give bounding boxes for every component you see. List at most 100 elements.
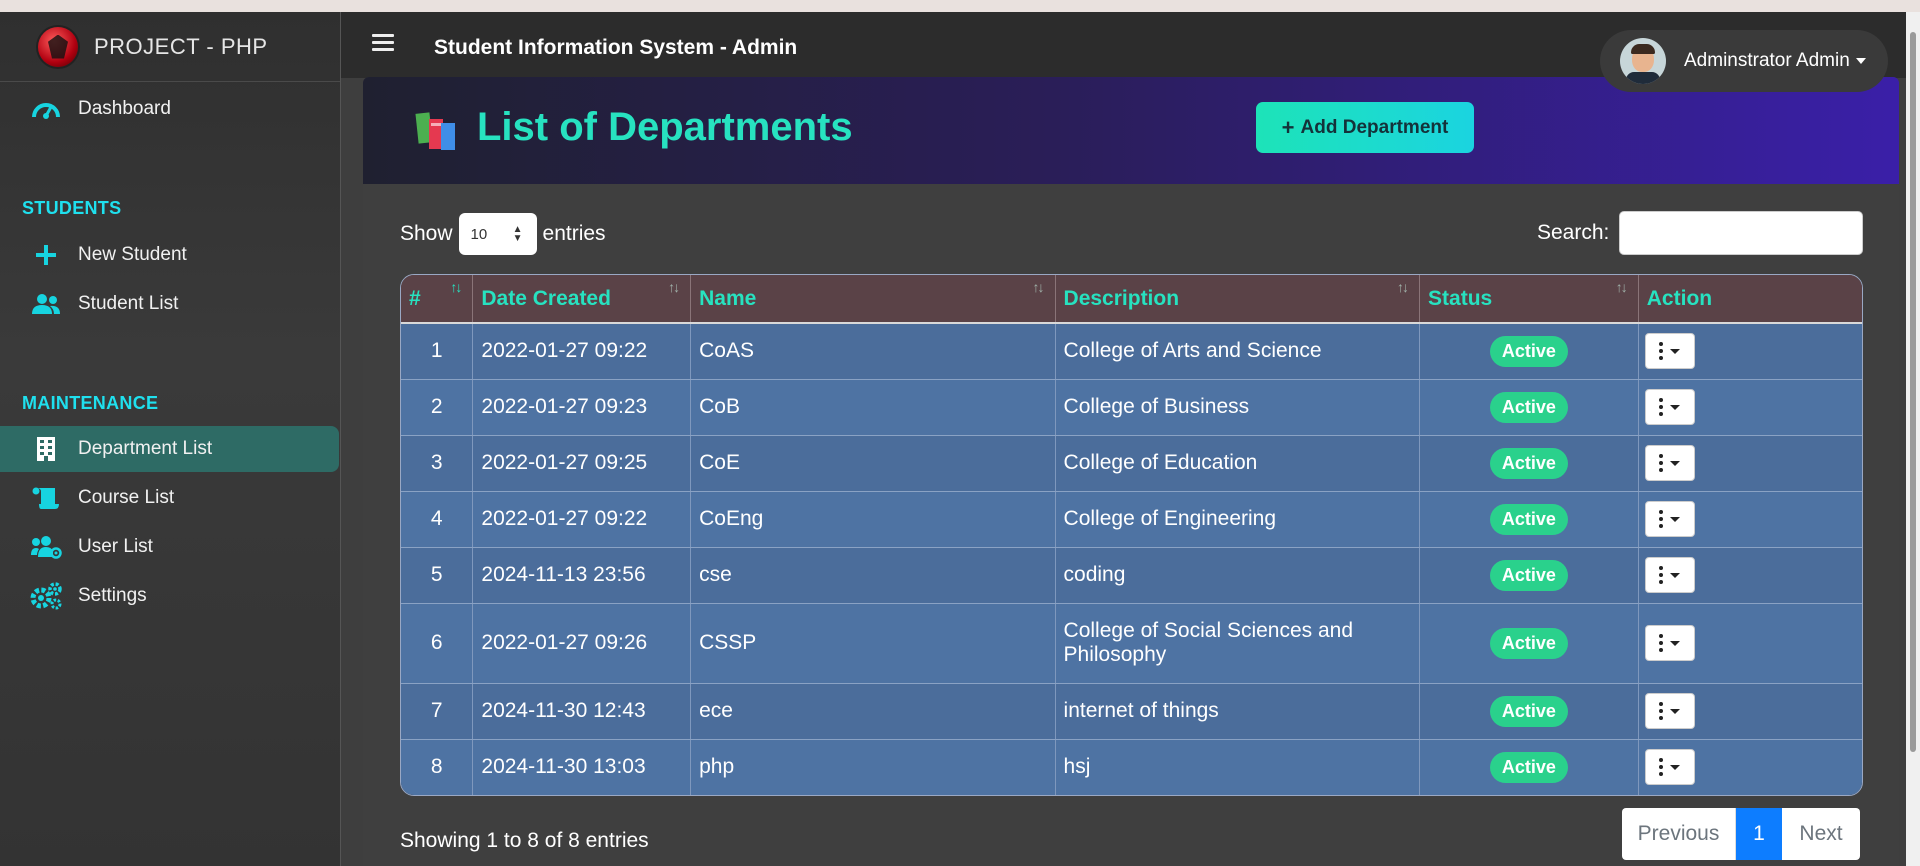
column-header-status[interactable]: Status ↑↓ xyxy=(1419,275,1639,324)
cell-action xyxy=(1638,547,1862,604)
cell-date-created: 2022-01-27 09:26 xyxy=(472,603,692,684)
entries-label: entries xyxy=(542,222,606,245)
cell-number: 4 xyxy=(401,491,474,548)
user-menu[interactable]: Adminstrator Admin xyxy=(1600,30,1888,92)
section-header-students: STUDENTS xyxy=(22,198,122,218)
status-badge: Active xyxy=(1489,335,1568,367)
cell-description: College of Business xyxy=(1055,379,1421,436)
sidebar-item-course-list[interactable]: Course List xyxy=(0,475,340,521)
cell-name: CoE xyxy=(690,435,1056,492)
select-arrows-icon: ▲ ▼ xyxy=(512,224,523,244)
action-dropdown-button[interactable] xyxy=(1644,501,1695,537)
cell-description: coding xyxy=(1055,547,1421,604)
cell-action xyxy=(1638,435,1862,492)
column-header-action: Action xyxy=(1638,275,1862,324)
pagination: Previous 1 Next xyxy=(1622,808,1860,860)
kebab-menu-icon xyxy=(1659,510,1664,528)
action-dropdown-button[interactable] xyxy=(1644,625,1695,661)
cell-number: 2 xyxy=(401,379,474,436)
sidebar-item-student-list[interactable]: Student List xyxy=(0,281,340,327)
action-dropdown-button[interactable] xyxy=(1644,693,1695,729)
browser-top-strip xyxy=(0,0,1920,12)
add-department-button[interactable]: + Add Department xyxy=(1256,102,1474,153)
hamburger-menu-icon[interactable] xyxy=(372,34,394,52)
cell-number: 8 xyxy=(401,739,474,795)
action-dropdown-button[interactable] xyxy=(1644,333,1695,370)
sidebar-item-new-student[interactable]: New Student xyxy=(0,232,340,278)
scrollbar-thumb[interactable] xyxy=(1910,32,1916,752)
sidebar-item-label: Course List xyxy=(78,487,175,508)
page-1-button[interactable]: 1 xyxy=(1736,808,1782,860)
sidebar-item-settings[interactable]: Settings xyxy=(0,573,340,619)
cell-status: Active xyxy=(1419,739,1639,795)
action-dropdown-button[interactable] xyxy=(1644,557,1695,593)
app-title: Student Information System - Admin xyxy=(434,36,798,59)
kebab-menu-icon xyxy=(1659,566,1664,584)
gears-icon xyxy=(30,580,62,612)
table-row: 7 2024-11-30 12:43 ece internet of things Ac… xyxy=(401,683,1862,740)
caret-down-icon xyxy=(1670,572,1681,578)
cell-action xyxy=(1638,739,1862,795)
brand[interactable]: PROJECT - PHP xyxy=(0,12,340,82)
table-row: 6 2022-01-27 09:26 CSSP College of Social S… xyxy=(401,603,1862,684)
column-header-date-created[interactable]: Date Created ↑↓ xyxy=(472,275,692,324)
users-icon xyxy=(30,288,62,320)
table-header-row: # ↑↓ Date Created ↑↓ Name ↑↓ Description ↑↓ … xyxy=(401,275,1862,324)
table-row: 1 2022-01-27 09:22 CoAS College of Arts and… xyxy=(401,323,1862,380)
user-name: Adminstrator Admin xyxy=(1684,50,1850,71)
show-label: Show xyxy=(400,222,453,245)
column-header-number[interactable]: # ↑↓ xyxy=(401,275,474,324)
previous-page-button[interactable]: Previous xyxy=(1622,808,1736,860)
caret-down-icon xyxy=(1670,516,1681,522)
search-label: Search: xyxy=(1537,221,1610,244)
card-header: List of Departments + Add Department xyxy=(363,77,1899,184)
cell-name: php xyxy=(690,739,1056,795)
caret-down-icon xyxy=(1670,460,1681,466)
cell-date-created: 2024-11-30 12:43 xyxy=(472,683,692,740)
kebab-menu-icon xyxy=(1659,758,1664,777)
books-icon xyxy=(415,111,459,151)
sidebar-item-department-list[interactable]: Department List xyxy=(0,426,339,472)
action-dropdown-button[interactable] xyxy=(1644,389,1695,425)
sort-icon: ↑↓ xyxy=(1032,279,1045,295)
action-dropdown-button[interactable] xyxy=(1644,445,1695,481)
sidebar: PROJECT - PHP Dashboard STUDENTS New Stu… xyxy=(0,12,341,866)
cell-name: ece xyxy=(690,683,1056,740)
cell-status: Active xyxy=(1419,435,1639,492)
cell-name: CoEng xyxy=(690,491,1056,548)
sort-icon: ↑↓ xyxy=(1615,279,1628,295)
kebab-menu-icon xyxy=(1659,398,1664,416)
plus-icon xyxy=(30,239,62,271)
sort-icon: ↑↓ xyxy=(1397,279,1409,295)
brand-name: PROJECT - PHP xyxy=(94,33,268,59)
sort-icon: ↑↓ xyxy=(668,279,680,295)
speedometer-icon xyxy=(30,93,62,125)
table-row: 3 2022-01-27 09:25 CoE College of Education… xyxy=(401,435,1862,492)
next-page-button[interactable]: Next xyxy=(1782,808,1860,860)
cell-number: 3 xyxy=(401,435,474,492)
cell-status: Active xyxy=(1419,323,1639,380)
cell-date-created: 2022-01-27 09:22 xyxy=(472,491,692,548)
add-department-label: Add Department xyxy=(1300,116,1449,138)
page-scrollbar[interactable] xyxy=(1906,12,1920,866)
status-badge: Active xyxy=(1489,751,1568,783)
cell-date-created: 2024-11-13 23:56 xyxy=(472,547,692,604)
cell-description: hsj xyxy=(1055,739,1421,795)
search-input[interactable] xyxy=(1619,211,1864,255)
kebab-menu-icon xyxy=(1659,342,1664,361)
cell-date-created: 2024-11-30 13:03 xyxy=(472,739,692,795)
cell-name: CSSP xyxy=(690,603,1056,684)
action-dropdown-button[interactable] xyxy=(1644,749,1695,786)
column-header-name[interactable]: Name ↑↓ xyxy=(690,275,1056,324)
scroll-icon xyxy=(30,482,62,514)
sidebar-item-user-list[interactable]: User List xyxy=(0,524,340,570)
building-icon xyxy=(30,433,62,465)
avatar xyxy=(1620,38,1666,84)
status-badge: Active xyxy=(1489,503,1568,535)
cell-action xyxy=(1638,491,1862,548)
plus-icon: + xyxy=(1281,114,1295,140)
status-badge: Active xyxy=(1489,447,1568,479)
entries-select[interactable]: 10 ▲ ▼ xyxy=(458,213,537,255)
column-header-description[interactable]: Description ↑↓ xyxy=(1055,275,1421,324)
sidebar-item-dashboard[interactable]: Dashboard xyxy=(0,86,340,132)
